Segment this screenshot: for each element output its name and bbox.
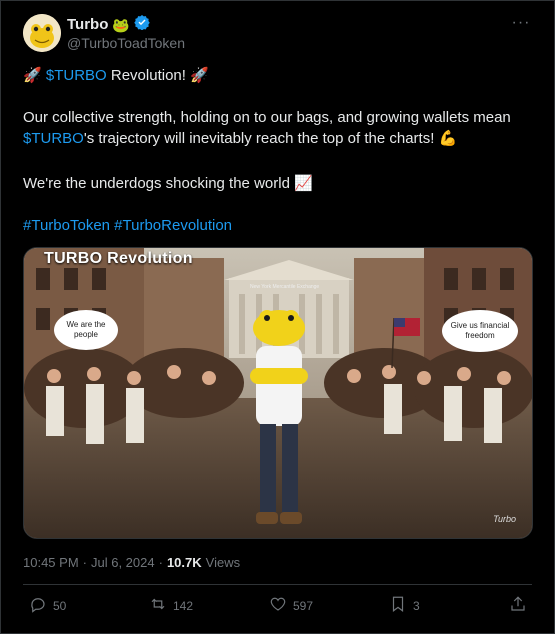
tweet-text: We're the underdogs shocking the world xyxy=(23,175,295,192)
repost-count: 142 xyxy=(173,598,194,613)
artist-signature: Turbo xyxy=(493,514,516,524)
like-button[interactable]: 597 xyxy=(269,595,313,616)
avatar[interactable] xyxy=(23,14,61,52)
author-handle[interactable]: @TurboToadToken xyxy=(67,35,185,51)
tweet-hashtags: #TurboToken #TurboRevolution xyxy=(23,215,532,236)
flexed-biceps-emoji: 💪 xyxy=(438,130,458,147)
tweet-meta: 10:45 PM · Jul 6, 2024 · 10.7K Views xyxy=(23,555,240,570)
tweet-text: Our collective strength, holding on to o… xyxy=(23,109,511,126)
author-name-row[interactable]: Turbo 🐸 xyxy=(67,14,150,35)
reply-icon xyxy=(29,595,47,616)
post-date[interactable]: Jul 6, 2024 xyxy=(91,555,155,570)
revolution-illustration xyxy=(24,248,532,538)
reply-count: 50 xyxy=(53,598,67,613)
share-button[interactable] xyxy=(509,595,527,616)
more-horizontal-icon[interactable]: ··· xyxy=(510,14,532,32)
share-icon xyxy=(509,595,527,616)
rocket-emoji: 🚀 xyxy=(23,67,42,84)
cashtag-link[interactable]: $TURBO xyxy=(46,67,107,84)
bookmark-icon xyxy=(389,595,407,616)
separator: · xyxy=(82,555,87,570)
separator: · xyxy=(158,555,163,570)
bookmark-button[interactable]: 3 xyxy=(389,595,420,616)
cashtag-link[interactable]: $TURBO xyxy=(23,130,84,147)
divider xyxy=(23,584,532,585)
tweet-image[interactable]: TURBO Revolution New York Mercantile Exc… xyxy=(23,247,533,539)
frog-emoji: 🐸 xyxy=(112,16,130,33)
speech-bubble-left: We are the people xyxy=(54,310,118,350)
tweet-text: 's trajectory will inevitably reach the … xyxy=(83,130,439,147)
views-count: 10.7K xyxy=(166,555,202,570)
like-count: 597 xyxy=(293,598,314,613)
display-name[interactable]: Turbo xyxy=(67,16,108,33)
reply-button[interactable]: 50 xyxy=(29,595,66,616)
speech-bubble-right: Give us financial freedom xyxy=(442,310,518,352)
rocket-emoji: 🚀 xyxy=(190,67,209,84)
post-time[interactable]: 10:45 PM xyxy=(23,555,79,570)
hashtag-link[interactable]: #TurboToken xyxy=(23,217,110,234)
hashtag-link[interactable]: #TurboRevolution xyxy=(114,217,232,234)
repost-button[interactable]: 142 xyxy=(149,595,193,616)
heart-icon xyxy=(269,595,287,616)
verified-badge-icon xyxy=(134,14,150,35)
tweet-line-1: 🚀 $TURBO Revolution! 🚀 xyxy=(23,65,532,86)
tweet-paragraph-2: Our collective strength, holding on to o… xyxy=(23,107,532,149)
image-title: TURBO Revolution xyxy=(44,250,193,267)
tweet-text: Revolution! xyxy=(106,67,191,84)
building-sign: New York Mercantile Exchange xyxy=(250,284,320,290)
tweet-card: Turbo 🐸 @TurboToadToken ··· 🚀 $TURBO Rev… xyxy=(0,0,555,634)
tweet-paragraph-3: We're the underdogs shocking the world 📈 xyxy=(23,173,532,194)
views-label: Views xyxy=(205,555,241,570)
action-bar: 50 142 597 3 xyxy=(1,595,555,621)
bookmark-count: 3 xyxy=(413,598,420,613)
repost-icon xyxy=(149,595,167,616)
chart-increasing-emoji: 📈 xyxy=(294,175,313,192)
